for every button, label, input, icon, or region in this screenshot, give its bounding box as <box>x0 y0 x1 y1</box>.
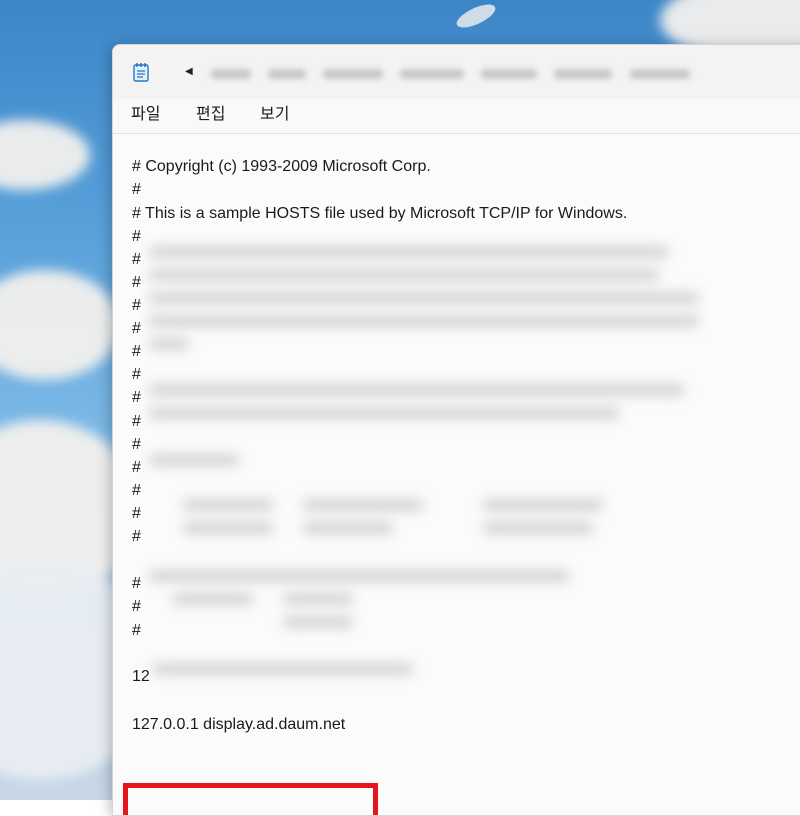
tab[interactable] <box>211 69 251 79</box>
comment-hash: # <box>132 251 141 268</box>
comment-hash: # <box>132 366 141 383</box>
redacted-text <box>149 407 619 419</box>
tab[interactable] <box>629 69 690 79</box>
comment-hash: # <box>132 622 141 639</box>
redacted-text <box>303 522 393 534</box>
partial-entry-prefix: 12 <box>132 668 150 685</box>
comment-hash: # <box>132 343 141 360</box>
tab[interactable] <box>481 69 538 79</box>
comment-hash: # <box>132 598 141 615</box>
notepad-icon <box>133 63 149 82</box>
copyright-line: # Copyright (c) 1993-2009 Microsoft Corp… <box>132 158 431 175</box>
redacted-text <box>149 292 699 304</box>
comment-hash: # <box>132 389 141 406</box>
comment-hash: # <box>132 320 141 337</box>
redacted-text <box>153 663 413 675</box>
wallpaper-cloud <box>0 270 120 380</box>
wallpaper-cloud <box>0 120 90 190</box>
redacted-text <box>149 315 699 327</box>
comment-hash: # <box>132 505 141 522</box>
redacted-text <box>149 246 669 258</box>
comment-hash: # <box>132 413 141 430</box>
tab[interactable] <box>554 69 613 79</box>
wallpaper-leaf <box>453 0 499 33</box>
redacted-text <box>149 570 569 582</box>
sample-line: # This is a sample HOSTS file used by Mi… <box>132 205 628 222</box>
redacted-text <box>283 593 353 605</box>
redacted-text <box>173 593 253 605</box>
highlighted-entry: 127.0.0.1 display.ad.daum.net <box>132 716 346 733</box>
notepad-window: ◀ 파일 편집 보기 # Copyright (c) 1993-2009 Mic… <box>112 44 800 816</box>
redacted-text <box>149 269 659 281</box>
redacted-text <box>303 499 423 511</box>
redacted-text <box>483 499 603 511</box>
comment-hash: # <box>132 181 141 198</box>
redacted-text <box>483 522 593 534</box>
comment-hash: # <box>132 575 141 592</box>
menu-view[interactable]: 보기 <box>258 99 291 133</box>
comment-hash: # <box>132 436 141 453</box>
tab[interactable] <box>400 69 465 79</box>
redacted-text <box>149 454 239 466</box>
menu-bar: 파일 편집 보기 <box>113 99 800 134</box>
menu-file[interactable]: 파일 <box>129 99 162 133</box>
text-editor[interactable]: # Copyright (c) 1993-2009 Microsoft Corp… <box>113 134 800 815</box>
tab-strip[interactable] <box>211 64 800 80</box>
comment-hash: # <box>132 274 141 291</box>
title-bar: ◀ <box>113 45 800 99</box>
chevron-left-icon[interactable]: ◀ <box>185 66 193 77</box>
comment-hash: # <box>132 459 141 476</box>
tab[interactable] <box>323 69 384 79</box>
comment-hash: # <box>132 297 141 314</box>
redacted-text <box>149 384 684 396</box>
redacted-text <box>183 499 273 511</box>
menu-edit[interactable]: 편집 <box>194 99 227 133</box>
comment-hash: # <box>132 482 141 499</box>
redacted-text <box>283 616 353 628</box>
redacted-text <box>183 522 273 534</box>
comment-hash: # <box>132 528 141 545</box>
comment-hash: # <box>132 228 141 245</box>
tab[interactable] <box>268 69 307 79</box>
redacted-text <box>149 338 189 350</box>
